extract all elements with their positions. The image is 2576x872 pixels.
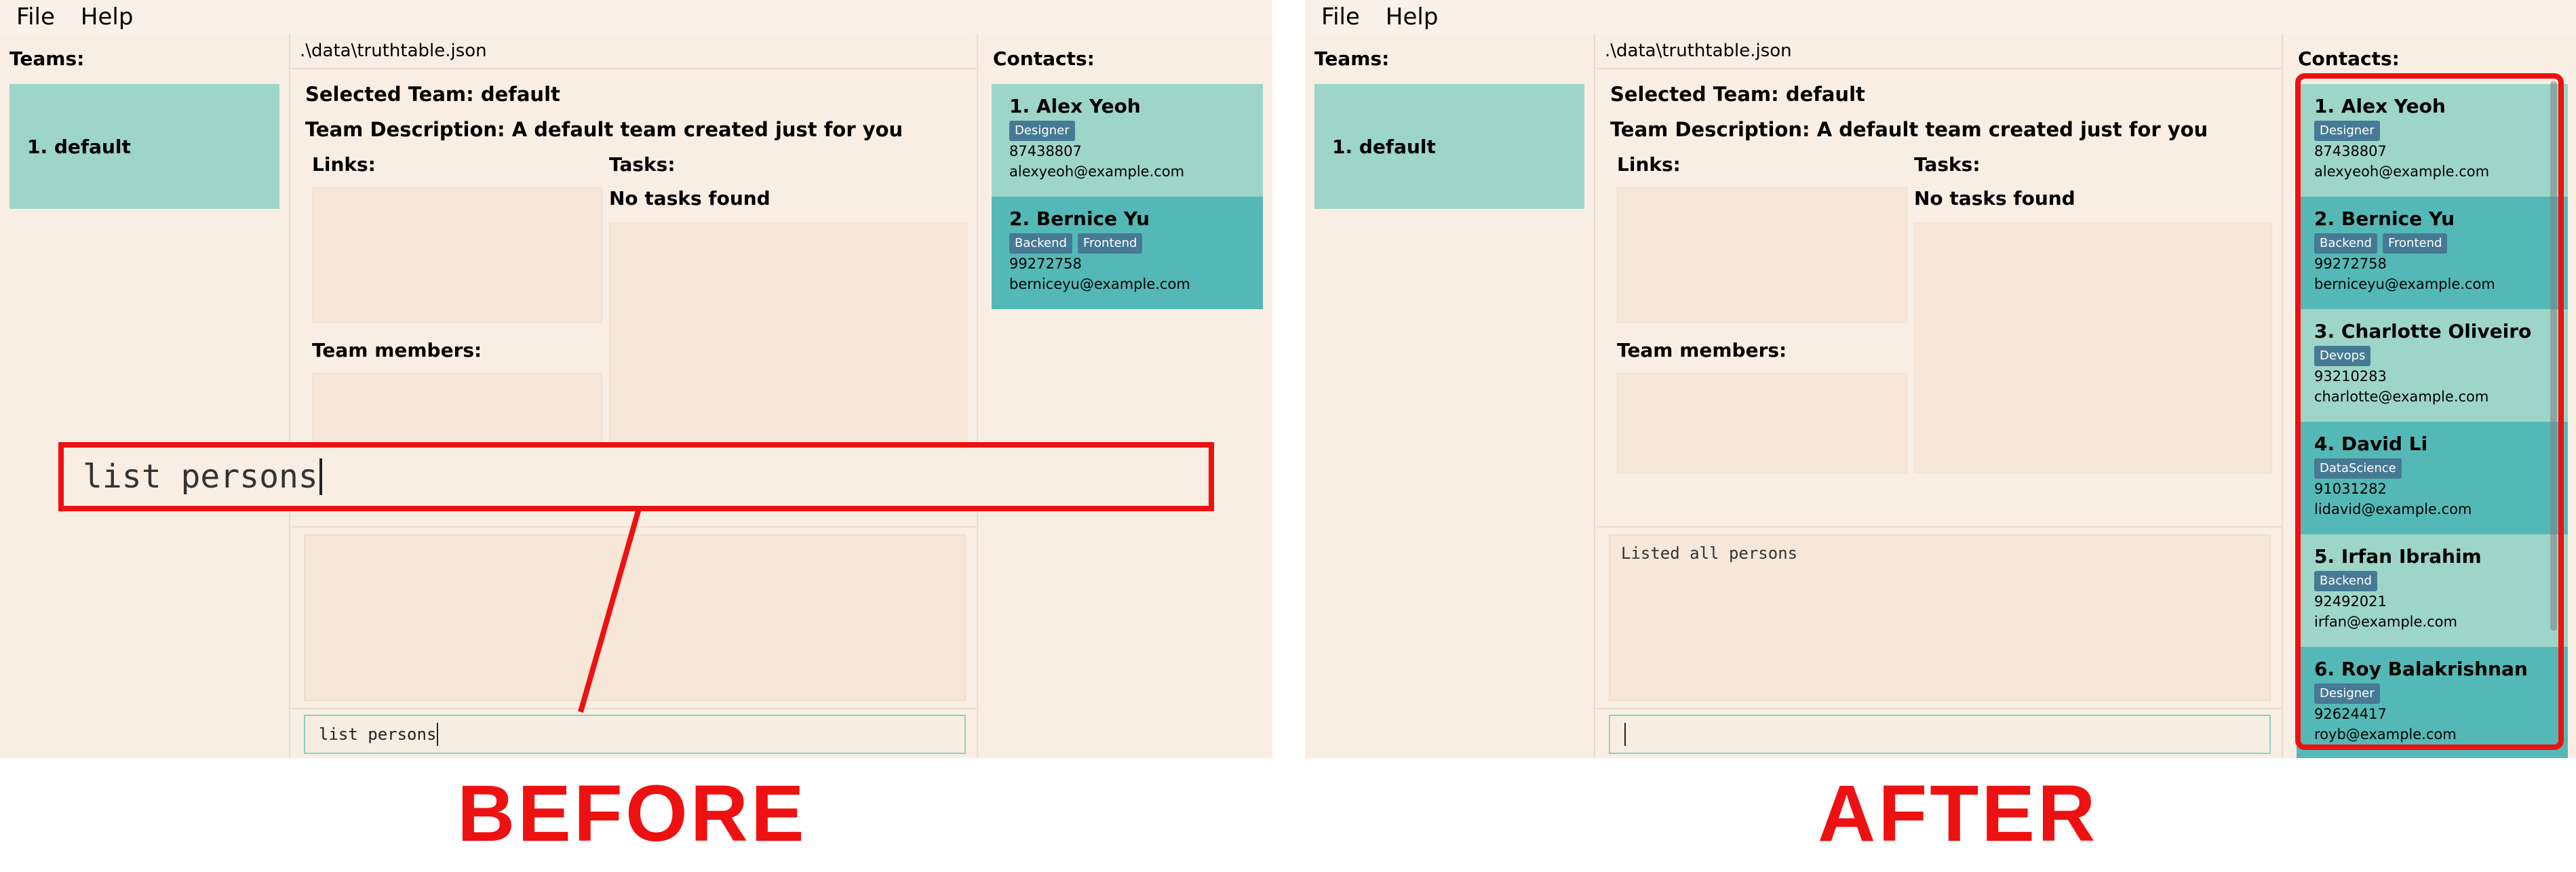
team-description: Team Description: A default team created… [1610,118,2208,141]
file-path: .\data\truthtable.json [1605,41,1792,61]
result-text: Listed all persons [1621,544,1798,563]
contacts-header: Contacts: [2298,47,2400,70]
teams-panel: Teams: 1. default [1305,34,1595,758]
menu-file[interactable]: File [1319,3,1363,31]
team-detail-panel: .\data\truthtable.json Selected Team: de… [1597,34,2283,758]
team-members-list[interactable] [1617,373,1907,473]
command-input[interactable] [1609,715,2271,754]
tasks-list[interactable] [1914,222,2272,473]
divider [1597,68,2282,69]
no-tasks-text: No tasks found [1914,187,2075,210]
callout-connector-line [578,507,642,713]
links-label: Links: [1617,153,1681,176]
teams-header: Teams: [1314,47,1390,70]
after-caption: AFTER [1818,769,2099,858]
contacts-highlight-box [2295,73,2564,750]
text-caret [1624,723,1626,746]
selected-team: Selected Team: default [1610,83,1865,106]
menu-help[interactable]: Help [1383,3,1441,31]
menu-bar: File Help [1305,0,2576,34]
before-caption: BEFORE [457,769,807,858]
team-card[interactable]: 1. default [1314,84,1584,209]
team-card-label: 1. default [1332,135,1436,158]
divider [1597,708,2282,709]
team-members-label: Team members: [1617,339,1787,361]
result-display: Listed all persons [1609,534,2271,701]
divider [1597,526,2282,528]
tasks-label: Tasks: [1914,153,1980,176]
links-list[interactable] [1617,187,1907,323]
